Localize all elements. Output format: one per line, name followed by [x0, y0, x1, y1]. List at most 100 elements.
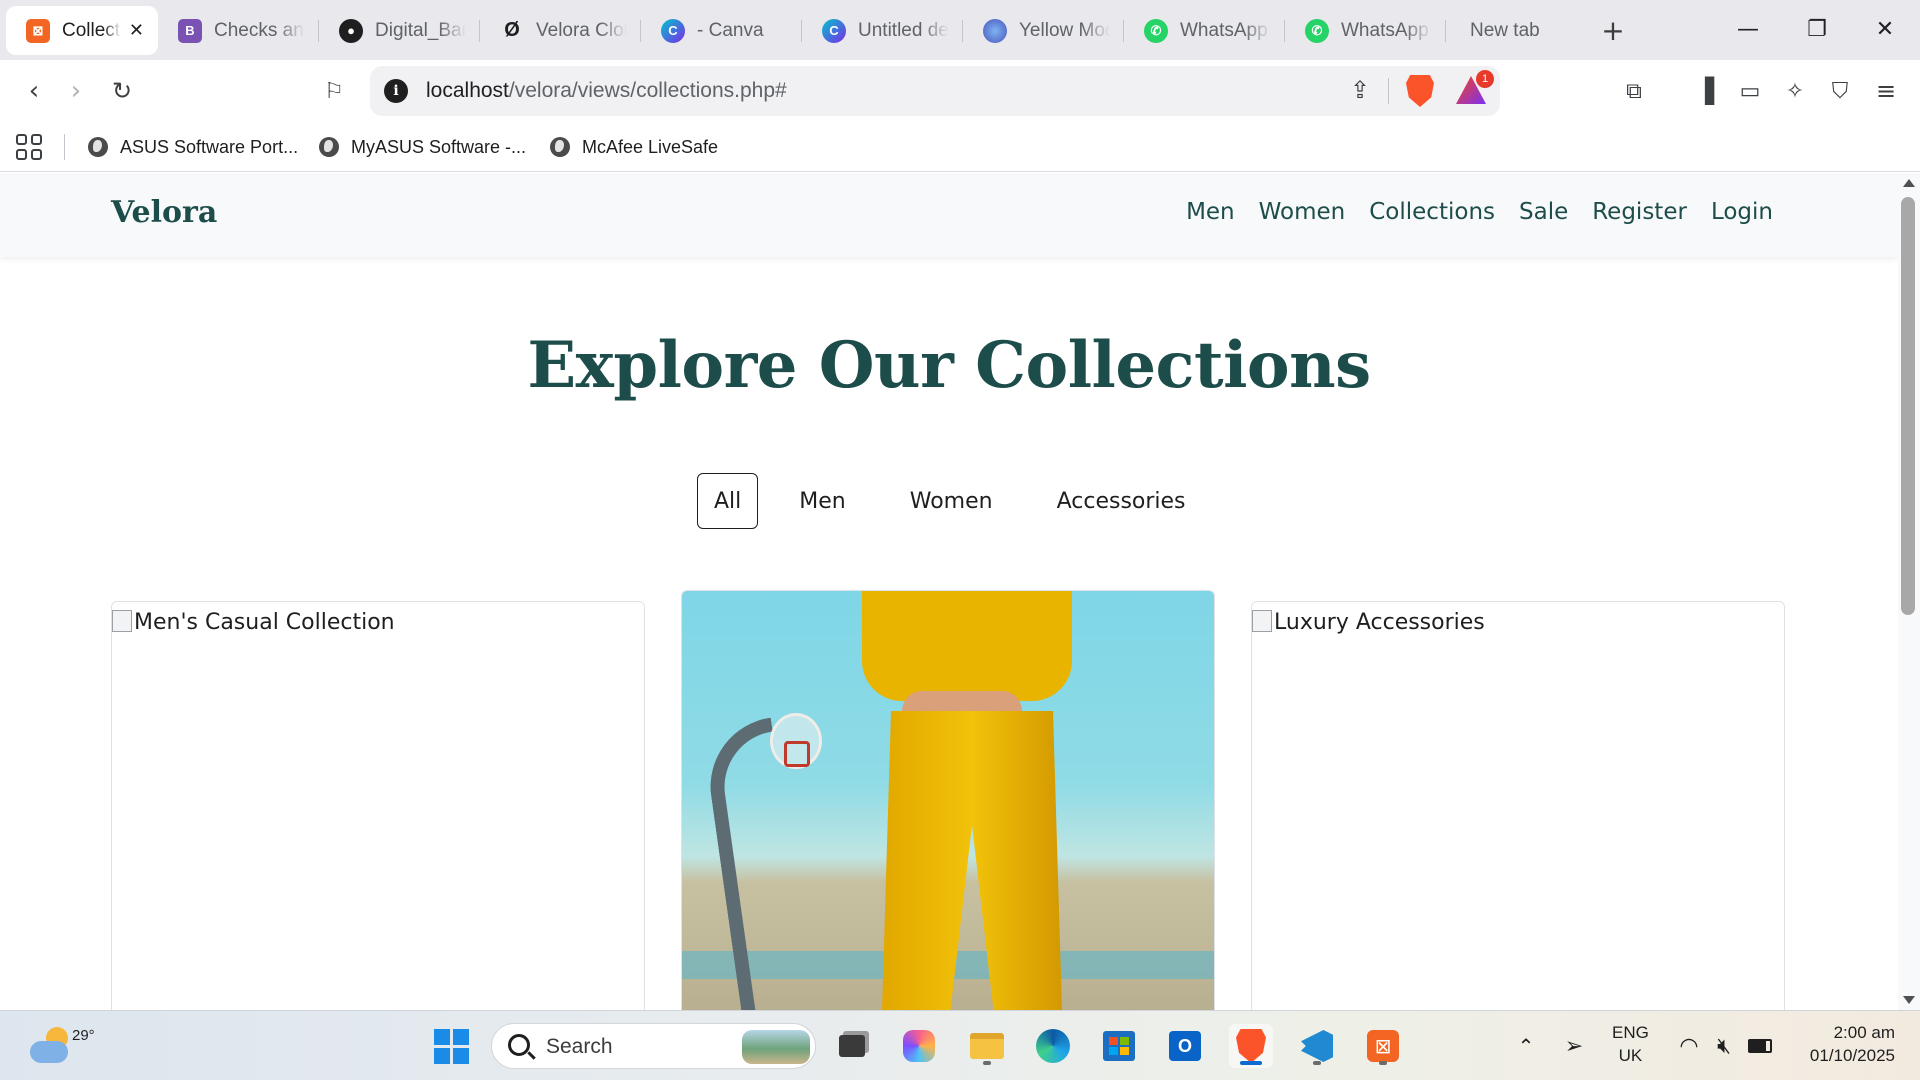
page-scrollbar[interactable] — [1898, 173, 1920, 1010]
nav-link-men[interactable]: Men — [1186, 199, 1235, 225]
nav-link-register[interactable]: Register — [1592, 199, 1687, 225]
apps-grid-icon[interactable] — [16, 134, 42, 160]
bootstrap-icon: B — [178, 18, 202, 43]
filter-women-button[interactable]: Women — [887, 473, 1016, 529]
collection-filters: All Men Women Accessories — [697, 473, 1227, 529]
canva-icon: C — [822, 18, 846, 43]
running-indicator — [1313, 1061, 1321, 1065]
tab-title: Untitled design — [858, 19, 949, 41]
collection-card-womens[interactable] — [681, 590, 1215, 1010]
tab-whatsapp-2[interactable]: ✆ WhatsApp — [1285, 6, 1446, 55]
weather-widget[interactable]: 29° — [26, 1023, 95, 1067]
scroll-down-icon[interactable] — [1903, 996, 1915, 1004]
site-info-icon[interactable]: i — [384, 79, 408, 103]
language-indicator[interactable]: ENG UK — [1612, 1021, 1649, 1067]
microsoft-store-icon[interactable] — [1097, 1024, 1141, 1068]
collection-card-luxury-accessories[interactable]: Luxury Accessories — [1251, 601, 1785, 1010]
tab-canva[interactable]: C - Canva — [641, 6, 802, 55]
yellow-hoodie — [862, 591, 1072, 701]
nav-link-login[interactable]: Login — [1711, 199, 1773, 225]
reload-icon[interactable]: ↻ — [106, 75, 138, 107]
brave-browser-icon[interactable] — [1229, 1024, 1273, 1068]
bookmark-label: ASUS Software Port... — [120, 136, 299, 157]
menu-icon[interactable]: ≡ — [1870, 75, 1902, 107]
collection-card-mens-casual[interactable]: Men's Casual Collection — [111, 601, 645, 1010]
search-label: Search — [546, 1035, 613, 1058]
forward-arrow-icon[interactable]: › — [60, 75, 92, 107]
address-bar[interactable]: i localhost/velora/views/collections.php… — [370, 66, 1500, 116]
scrollbar-thumb[interactable] — [1901, 197, 1915, 615]
copilot-icon[interactable] — [897, 1024, 941, 1068]
tab-collections[interactable]: ⊠ Collections ✕ — [6, 6, 158, 55]
file-explorer-icon[interactable] — [965, 1024, 1009, 1068]
tab-title: Checks and radios — [214, 19, 305, 41]
search-icon — [508, 1034, 530, 1056]
nav-link-collections[interactable]: Collections — [1369, 199, 1495, 225]
broken-image: Luxury Accessories — [1252, 610, 1485, 635]
tab-velora-clothing[interactable]: Ø Velora Clothing — [480, 6, 641, 55]
xampp-icon: ⊠ — [26, 18, 50, 43]
url-path: /velora/views/collections.php# — [508, 79, 787, 102]
brand-logo[interactable]: Velora — [111, 195, 217, 230]
browser-tab-strip: ⊠ Collections ✕ B Checks and radios ● Di… — [0, 0, 1920, 60]
close-tab-icon[interactable]: ✕ — [129, 20, 144, 41]
velora-logo-icon: Ø — [504, 19, 520, 41]
tab-title: - Canva — [697, 19, 764, 41]
tab-untitled-design[interactable]: C Untitled design — [802, 6, 963, 55]
start-button[interactable] — [429, 1024, 473, 1068]
show-hidden-icons-chevron-icon[interactable]: ⌃ — [1504, 1024, 1548, 1068]
filter-accessories-button[interactable]: Accessories — [1034, 473, 1209, 529]
new-tab-plus-icon[interactable]: + — [1591, 8, 1635, 52]
share-icon[interactable]: ⇪ — [1350, 76, 1370, 104]
scroll-up-icon[interactable] — [1903, 179, 1915, 187]
bookmark-asus-software-portal[interactable]: ASUS Software Port... — [88, 134, 298, 160]
tab-title: Velora Clothing — [536, 19, 627, 41]
collection-photo — [682, 591, 1214, 1010]
tab-digital-banking[interactable]: ● Digital_Banking — [319, 6, 480, 55]
page-viewport: Velora Men Women Collections Sale Regist… — [0, 173, 1898, 1010]
tab-whatsapp[interactable]: ✆ WhatsApp — [1124, 6, 1285, 55]
bookmark-icon[interactable]: ⚐ — [318, 75, 350, 107]
leo-ai-icon[interactable]: ✧ — [1779, 75, 1811, 107]
windows-logo-icon — [433, 1028, 469, 1064]
bookmark-mcafee-livesafe[interactable]: McAfee LiveSafe — [550, 134, 718, 160]
divider — [64, 134, 65, 160]
back-arrow-icon[interactable]: ‹ — [18, 75, 50, 107]
edge-icon[interactable] — [1031, 1024, 1075, 1068]
rewards-badge: 1 — [1476, 70, 1494, 88]
battery-icon[interactable] — [1738, 1024, 1782, 1068]
taskbar-search[interactable]: Search — [491, 1023, 816, 1069]
outlook-icon[interactable]: O — [1163, 1024, 1207, 1068]
restore-icon[interactable]: ❐ — [1782, 0, 1852, 58]
xampp-icon[interactable]: ⊠ — [1361, 1024, 1405, 1068]
image-alt-text: Men's Casual Collection — [134, 610, 395, 635]
vpn-shield-icon[interactable]: ⛉ — [1824, 75, 1856, 107]
tab-checks-and-radios[interactable]: B Checks and radios — [158, 6, 319, 55]
task-view-icon[interactable] — [830, 1024, 874, 1068]
sidebar-icon[interactable]: ▐ — [1689, 75, 1721, 107]
brave-shields-icon[interactable] — [1406, 75, 1434, 107]
yellow-joggers — [882, 711, 1062, 1010]
bookmark-myasus-software[interactable]: MyASUS Software -... — [319, 134, 526, 160]
vscode-icon[interactable] — [1295, 1024, 1339, 1068]
globe-icon — [319, 137, 339, 157]
tab-yellow-modern[interactable]: Yellow Modern — [963, 6, 1124, 55]
tab-new-tab[interactable]: New tab — [1446, 6, 1591, 55]
image-alt-text: Luxury Accessories — [1274, 610, 1485, 635]
weather-temperature: 29° — [72, 1027, 95, 1044]
url-text[interactable]: localhost/velora/views/collections.php# — [426, 79, 787, 103]
clock-time: 2:00 am — [1833, 1023, 1895, 1042]
close-window-icon[interactable]: ✕ — [1850, 0, 1920, 58]
nav-link-sale[interactable]: Sale — [1519, 199, 1568, 225]
location-arrow-icon[interactable]: ➢ — [1552, 1024, 1596, 1068]
filter-men-button[interactable]: Men — [776, 473, 868, 529]
nav-link-women[interactable]: Women — [1259, 199, 1346, 225]
minimize-icon[interactable]: — — [1713, 0, 1783, 58]
reader-mode-icon[interactable]: ⧉ — [1618, 75, 1650, 107]
github-icon: ● — [339, 18, 363, 43]
url-host: localhost — [426, 79, 509, 102]
filter-all-button[interactable]: All — [697, 473, 759, 529]
browser-toolbar: ‹ › ↻ ⚐ i localhost/velora/views/collect… — [0, 60, 1920, 122]
wallet-icon[interactable]: ▭ — [1734, 75, 1766, 107]
system-clock[interactable]: 2:00 am 01/10/2025 — [1795, 1021, 1895, 1067]
